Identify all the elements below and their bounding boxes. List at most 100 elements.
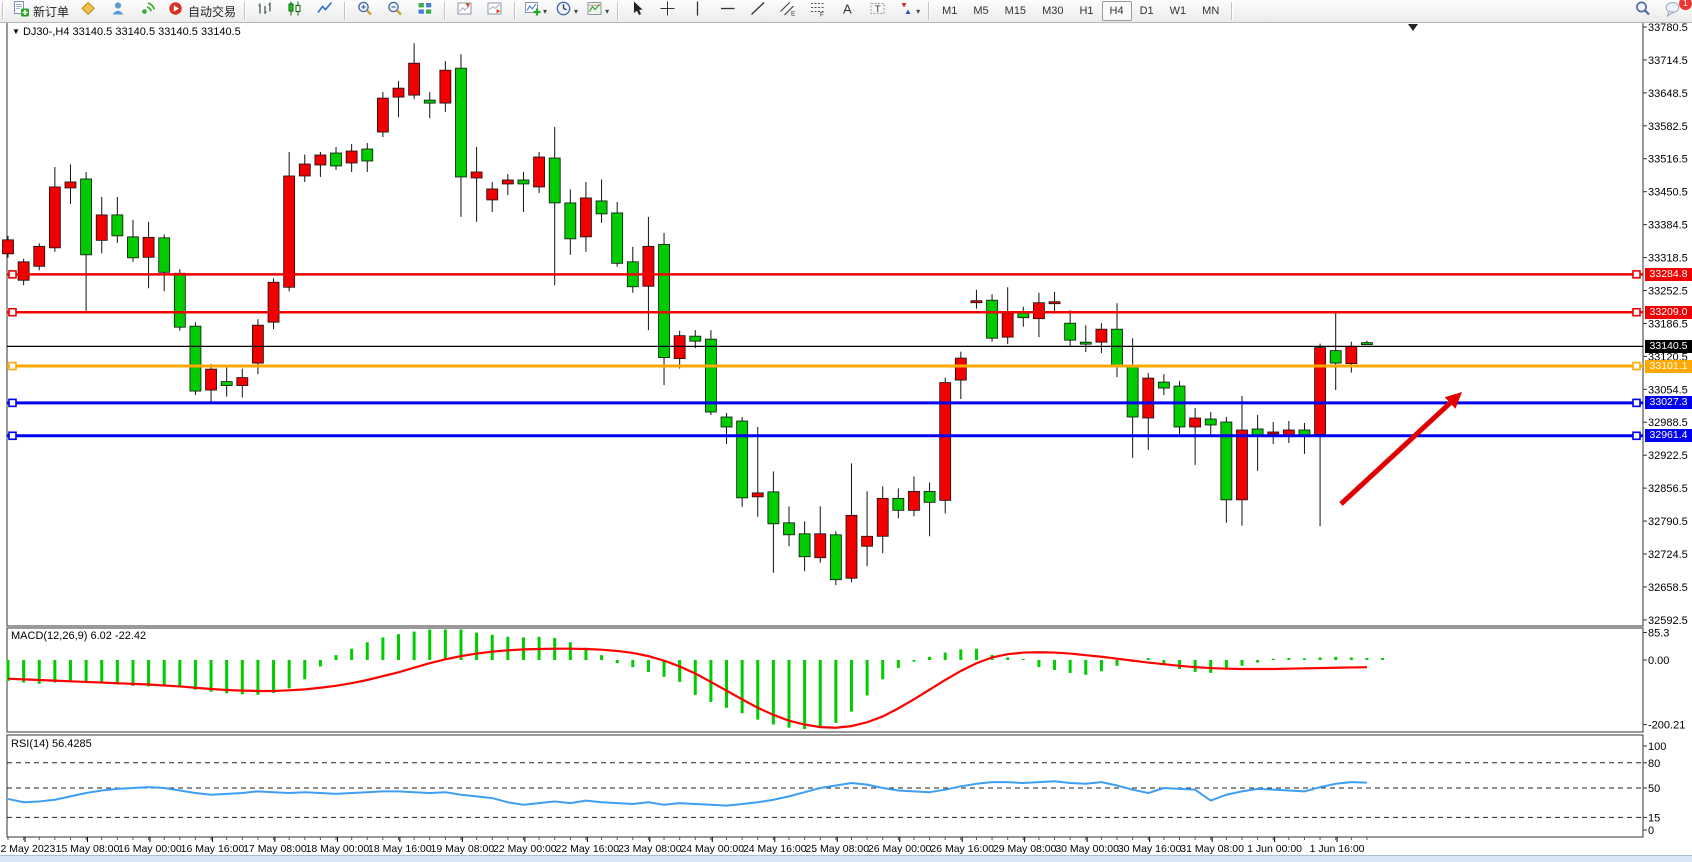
main-toolbar: 新订单自动交易▾▾▾EFAT▾M1M5M15M30H1H4D1W1MN1 — [0, 0, 1692, 23]
label-button[interactable]: T — [864, 0, 892, 22]
horizontal-line-button[interactable] — [714, 0, 742, 22]
zoom-in-button[interactable] — [351, 0, 379, 22]
svg-text:26 May 00:00: 26 May 00:00 — [868, 843, 932, 855]
chart-shift-icon — [456, 0, 474, 22]
toolbar-separator — [2, 2, 4, 20]
indicators-button[interactable]: ▾ — [521, 0, 550, 22]
rsi-axis[interactable]: 1008050150 — [1643, 741, 1666, 837]
trendline-icon — [749, 0, 767, 22]
channel-icon: E — [779, 0, 797, 22]
timeframe-button-h1[interactable]: H1 — [1071, 1, 1101, 21]
svg-text:32724.5: 32724.5 — [1648, 549, 1688, 561]
chart-shift-button[interactable] — [451, 0, 479, 22]
channel-button[interactable]: E — [774, 0, 802, 22]
toolbar-separator — [514, 2, 516, 20]
svg-text:24 May 00:00: 24 May 00:00 — [680, 843, 744, 855]
candlestick-icon — [286, 0, 304, 22]
toolbar-separator — [928, 2, 930, 20]
vertical-line-button[interactable] — [684, 0, 712, 22]
svg-text:32922.5: 32922.5 — [1648, 450, 1688, 462]
svg-text:29 May 08:00: 29 May 08:00 — [993, 843, 1057, 855]
svg-text:33780.5: 33780.5 — [1648, 22, 1688, 34]
svg-text:0.00: 0.00 — [1648, 655, 1669, 667]
timeframe-button-m30[interactable]: M30 — [1034, 1, 1071, 21]
line-chart-button[interactable] — [311, 0, 339, 22]
new-order-button[interactable]: 新订单 — [9, 0, 72, 22]
autotrading-button[interactable]: 自动交易 — [164, 0, 239, 22]
svg-text:12 May 2023: 12 May 2023 — [0, 843, 56, 855]
bar-chart-button[interactable] — [251, 0, 279, 22]
svg-text:30 May 00:00: 30 May 00:00 — [1055, 843, 1119, 855]
timeframe-button-mn[interactable]: MN — [1194, 1, 1227, 21]
quote-ohlc: 33140.5 33140.5 33140.5 33140.5 — [73, 26, 241, 38]
chat-button[interactable]: 1 — [1659, 0, 1687, 22]
svg-text:22 May 16:00: 22 May 16:00 — [555, 843, 619, 855]
svg-text:33648.5: 33648.5 — [1648, 88, 1688, 100]
arrows-button[interactable]: ▾ — [894, 0, 923, 22]
svg-text:16 May 00:00: 16 May 00:00 — [118, 843, 182, 855]
svg-text:50: 50 — [1648, 783, 1660, 795]
svg-text:30 May 16:00: 30 May 16:00 — [1118, 843, 1182, 855]
symbol-dropdown-icon[interactable]: ▼ — [12, 27, 20, 36]
svg-text:15 May 08:00: 15 May 08:00 — [56, 843, 120, 855]
arrows-icon — [897, 0, 915, 22]
svg-text:0: 0 — [1648, 825, 1654, 837]
svg-text:85.3: 85.3 — [1648, 627, 1669, 639]
auto-scroll-icon — [486, 0, 504, 22]
svg-text:16 May 16:00: 16 May 16:00 — [181, 843, 245, 855]
price-tag: 33284.8 — [1645, 268, 1692, 281]
fibonacci-icon: F — [809, 0, 827, 22]
macd-axis[interactable]: 85.3 0.00 -200.21 — [1643, 627, 1685, 731]
application-window: 新订单自动交易▾▾▾EFAT▾M1M5M15M30H1H4D1W1MN1 337… — [0, 0, 1692, 862]
timeframe-button-m1[interactable]: M1 — [934, 1, 965, 21]
svg-text:100: 100 — [1648, 741, 1666, 753]
auto-scroll-button[interactable] — [481, 0, 509, 22]
svg-text:33450.5: 33450.5 — [1648, 187, 1688, 199]
crosshair-button[interactable] — [654, 0, 682, 22]
text-button[interactable]: A — [834, 0, 862, 22]
signals-button[interactable] — [134, 0, 162, 22]
svg-text:25 May 08:00: 25 May 08:00 — [805, 843, 869, 855]
timeframe-button-d1[interactable]: D1 — [1132, 1, 1162, 21]
new-order-icon — [12, 0, 30, 22]
time-axis[interactable]: 12 May 202315 May 08:0016 May 00:0016 Ma… — [0, 837, 1367, 855]
fibonacci-button[interactable]: F — [804, 0, 832, 22]
periods-button[interactable]: ▾ — [552, 0, 581, 22]
price-axis[interactable]: 33780.533714.533648.533582.533516.533450… — [1643, 22, 1688, 627]
cursor-button[interactable] — [624, 0, 652, 22]
toolbar-separator — [444, 2, 446, 20]
svg-text:-200.21: -200.21 — [1648, 720, 1685, 732]
svg-text:33252.5: 33252.5 — [1648, 285, 1688, 297]
market-button[interactable] — [74, 0, 102, 22]
hline-icon — [719, 0, 737, 22]
timeframe-button-m15[interactable]: M15 — [997, 1, 1034, 21]
autotrading-icon — [167, 0, 185, 22]
symbol-name: DJ30-,H4 — [23, 26, 69, 38]
svg-text:1 Jun 16:00: 1 Jun 16:00 — [1310, 843, 1365, 855]
timeframe-button-h4[interactable]: H4 — [1102, 1, 1132, 21]
autotrading-button-label: 自动交易 — [188, 3, 236, 20]
price-tag: 33101.1 — [1645, 360, 1692, 373]
macd-label: MACD(12,26,9) 6.02 -22.42 — [11, 630, 146, 642]
templates-icon — [586, 0, 604, 22]
svg-text:33714.5: 33714.5 — [1648, 55, 1688, 67]
toolbar-separator — [1231, 2, 1233, 20]
price-tag: 33209.0 — [1645, 306, 1692, 319]
timeframe-button-w1[interactable]: W1 — [1162, 1, 1195, 21]
timeframe-button-m5[interactable]: M5 — [965, 1, 996, 21]
zoom-out-button[interactable] — [381, 0, 409, 22]
zoom-in-icon — [356, 0, 374, 22]
svg-text:19 May 08:00: 19 May 08:00 — [431, 843, 495, 855]
community-button[interactable] — [104, 0, 132, 22]
candlestick-button[interactable] — [281, 0, 309, 22]
chart-area[interactable]: 33780.533714.533648.533582.533516.533450… — [0, 0, 1692, 862]
svg-text:33186.5: 33186.5 — [1648, 318, 1688, 330]
svg-text:17 May 08:00: 17 May 08:00 — [243, 843, 307, 855]
search-button[interactable] — [1629, 0, 1657, 22]
tile-windows-button[interactable] — [411, 0, 439, 22]
market-icon — [79, 0, 97, 22]
templates-button[interactable]: ▾ — [583, 0, 612, 22]
bar-chart-icon — [256, 0, 274, 22]
trendline-button[interactable] — [744, 0, 772, 22]
search-icon — [1634, 0, 1652, 22]
